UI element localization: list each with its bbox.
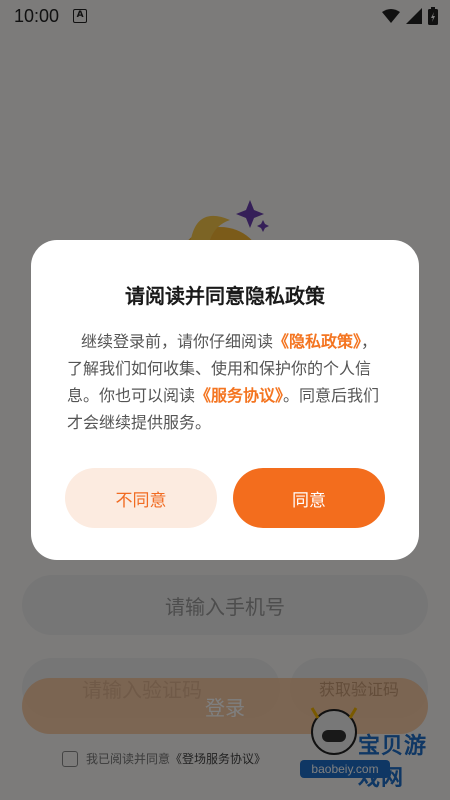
agree-button[interactable]: 同意 — [233, 468, 385, 528]
privacy-dialog: 请阅读并同意隐私政策 继续登录前，请你仔细阅读《隐私政策》，了解我们如何收集、使… — [31, 240, 419, 560]
dialog-body: 继续登录前，请你仔细阅读《隐私政策》，了解我们如何收集、使用和保护你的个人信息。… — [67, 328, 387, 436]
privacy-policy-link[interactable]: 《隐私政策》 — [273, 332, 361, 351]
service-agreement-link[interactable]: 《服务协议》 — [195, 386, 283, 405]
decline-button[interactable]: 不同意 — [65, 468, 217, 528]
dialog-body-part1: 继续登录前，请你仔细阅读 — [81, 332, 274, 351]
dialog-title: 请阅读并同意隐私政策 — [125, 284, 325, 308]
